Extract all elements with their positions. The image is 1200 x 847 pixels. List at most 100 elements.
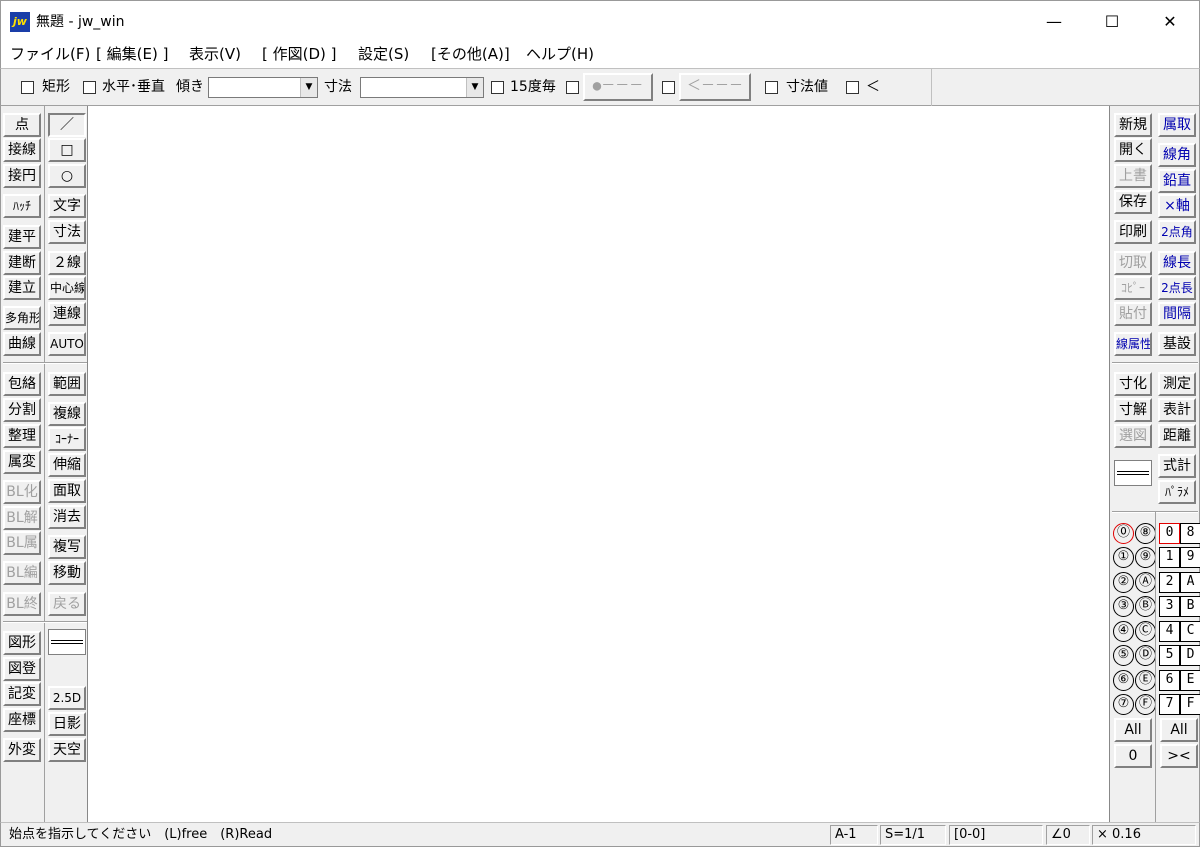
layer-d[interactable]: D (1180, 645, 1200, 666)
layer-group-7[interactable]: ⑦ (1113, 694, 1134, 715)
tool-block-edit[interactable]: BL編 (3, 561, 41, 585)
tool-auto[interactable]: AUTO (48, 332, 86, 356)
layer-group-3[interactable]: ③ (1113, 596, 1134, 617)
tool-building-section[interactable]: 建断 (3, 251, 41, 275)
tool-double-line[interactable]: ２線 (48, 251, 86, 275)
tool-paste[interactable]: 貼付 (1114, 302, 1152, 326)
tool-table-calc[interactable]: 表計 (1158, 398, 1196, 422)
tool-rectangle[interactable]: □ (48, 138, 86, 162)
maximize-button[interactable]: ☐ (1083, 1, 1141, 41)
line-type-indicator[interactable] (48, 629, 86, 655)
dim-combo[interactable]: ▼ (360, 77, 484, 98)
tilt-combo[interactable]: ▼ (208, 77, 318, 98)
tool-get-attribute[interactable]: 属取 (1158, 113, 1196, 137)
scale-indicator[interactable]: S=1/1 (880, 825, 946, 845)
tool-attribute-change[interactable]: 属変 (3, 450, 41, 474)
layer-group-f[interactable]: Ⓕ (1135, 694, 1156, 715)
layer-b[interactable]: B (1180, 596, 1200, 617)
tool-two-point-angle[interactable]: 2点角 (1158, 220, 1196, 244)
tool-save[interactable]: 保存 (1114, 190, 1152, 214)
tool-polygon[interactable]: 多角形 (3, 306, 41, 330)
tool-overwrite[interactable]: 上書 (1114, 164, 1152, 188)
tool-new[interactable]: 新規 (1114, 113, 1152, 137)
tool-corner[interactable]: ｺｰﾅｰ (48, 427, 86, 451)
layer-a[interactable]: A (1180, 572, 1200, 593)
drawing-canvas[interactable] (88, 106, 1109, 822)
layer-5[interactable]: 5 (1159, 645, 1180, 666)
tool-continuous-line[interactable]: 連線 (48, 302, 86, 326)
tool-building-elevation[interactable]: 建立 (3, 276, 41, 300)
tool-coordinates[interactable]: 座標 (3, 708, 41, 732)
tool-hatch[interactable]: ﾊｯﾁ (3, 194, 41, 218)
tool-chamfer[interactable]: 面取 (48, 479, 86, 503)
arrow-line-button[interactable]: ＜－－－ (679, 73, 751, 101)
tool-print[interactable]: 印刷 (1114, 220, 1152, 244)
tool-text[interactable]: 文字 (48, 194, 86, 218)
line-type-indicator-right[interactable] (1114, 460, 1152, 486)
tool-line-attribute[interactable]: 線属性 (1114, 332, 1152, 356)
layer-e[interactable]: E (1180, 670, 1200, 691)
tool-building-plan[interactable]: 建平 (3, 225, 41, 249)
tool-parameters[interactable]: ﾊﾟﾗﾒ (1158, 480, 1196, 504)
menu-view[interactable]: 表示(V) (189, 44, 241, 64)
menu-help[interactable]: ヘルプ(H) (526, 44, 594, 64)
zoom-factor[interactable]: × 0.16 (1092, 825, 1196, 845)
tool-point[interactable]: 点 (3, 113, 41, 137)
tool-copy-clipboard[interactable]: ｺﾋﾟｰ (1114, 276, 1152, 300)
tool-tangent-circle[interactable]: 接円 (3, 164, 41, 188)
tool-move[interactable]: 移動 (48, 561, 86, 585)
tool-formula-calc[interactable]: 式計 (1158, 454, 1196, 478)
tool-distance[interactable]: 距離 (1158, 424, 1196, 448)
layer-group-e[interactable]: Ⓔ (1135, 670, 1156, 691)
layer-group-8[interactable]: ⑧ (1135, 523, 1156, 544)
tool-block-explode[interactable]: BL解 (3, 506, 41, 530)
tool-line-angle[interactable]: 線角 (1158, 143, 1196, 167)
tool-base-setting[interactable]: 基設 (1158, 332, 1196, 356)
layer-c[interactable]: C (1180, 621, 1200, 642)
menu-draw[interactable]: [ 作図(D) ] (262, 44, 337, 64)
tool-open[interactable]: 開く (1114, 138, 1152, 162)
tool-stretch[interactable]: 伸縮 (48, 453, 86, 477)
layer-3[interactable]: 3 (1159, 596, 1180, 617)
tool-curve[interactable]: 曲線 (3, 332, 41, 356)
tool-sun-shadow[interactable]: 日影 (48, 712, 86, 736)
dot-line-button[interactable]: ●－－－ (583, 73, 653, 101)
layer-all-button[interactable]: All (1160, 718, 1198, 742)
layer-group-1[interactable]: ① (1113, 547, 1134, 568)
layer-group-c[interactable]: Ⓒ (1135, 621, 1156, 642)
tool-external-change[interactable]: 外変 (3, 738, 41, 762)
dot-checkbox[interactable] (566, 81, 579, 94)
tool-arrange[interactable]: 整理 (3, 424, 41, 448)
layer-group-0[interactable]: ⓪ (1113, 523, 1134, 544)
tool-undo[interactable]: 戻る (48, 592, 86, 616)
tool-vertical[interactable]: 鉛直 (1158, 169, 1196, 193)
hv-checkbox[interactable] (83, 81, 96, 94)
tool-cut[interactable]: 切取 (1114, 251, 1152, 275)
tool-range[interactable]: 範囲 (48, 372, 86, 396)
tool-envelope[interactable]: 包絡 (3, 372, 41, 396)
layer-8[interactable]: 8 (1180, 523, 1200, 544)
tool-erase[interactable]: 消去 (48, 505, 86, 529)
tool-dimension[interactable]: 寸法 (48, 220, 86, 244)
tool-symbol-change[interactable]: 記変 (3, 682, 41, 706)
tool-measure[interactable]: 測定 (1158, 372, 1196, 396)
tool-line-length[interactable]: 線長 (1158, 251, 1196, 275)
tool-divide[interactable]: 分割 (3, 398, 41, 422)
dimval-checkbox[interactable] (765, 81, 778, 94)
angle-indicator[interactable]: ∠0 (1046, 825, 1090, 845)
tool-select-figure[interactable]: 選図 (1114, 424, 1152, 448)
layer-group-6[interactable]: ⑥ (1113, 670, 1134, 691)
tool-dimension-group[interactable]: 寸化 (1114, 372, 1152, 396)
menu-other[interactable]: [その他(A)] (431, 44, 510, 64)
rect-checkbox[interactable] (21, 81, 34, 94)
chevron-down-icon[interactable]: ▼ (300, 78, 317, 97)
layer-group-a[interactable]: Ⓐ (1135, 572, 1156, 593)
tool-tangent-line[interactable]: 接線 (3, 138, 41, 162)
layer-group-9[interactable]: ⑨ (1135, 547, 1156, 568)
app-icon[interactable]: jw (10, 12, 30, 32)
layer-6[interactable]: 6 (1159, 670, 1180, 691)
menu-edit[interactable]: [ 編集(E) ] (96, 44, 168, 64)
tool-dimension-ungroup[interactable]: 寸解 (1114, 398, 1152, 422)
layer-group-2[interactable]: ② (1113, 572, 1134, 593)
tool-copy[interactable]: 複写 (48, 535, 86, 559)
